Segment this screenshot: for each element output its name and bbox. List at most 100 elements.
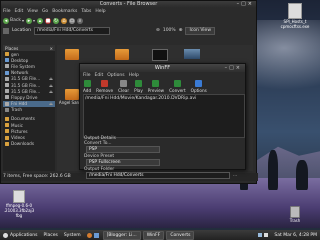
help-icon[interactable] (93, 232, 99, 238)
menu-edit[interactable]: Edit (95, 73, 104, 78)
network-icon[interactable] (258, 233, 263, 237)
bottom-panel: Applications Places System [Blogger: Li.… (0, 230, 320, 240)
browser-icon[interactable] (86, 232, 92, 238)
reload-button[interactable]: ↻ (52, 17, 59, 24)
convert-to-select[interactable]: PSP (86, 146, 160, 153)
eject-icon[interactable]: ⏏ (49, 89, 53, 94)
up-button[interactable]: ▴ (36, 17, 43, 24)
clock[interactable]: Sat Mar 6, 4:28 PM (271, 233, 320, 238)
volume-icon[interactable] (264, 233, 269, 237)
sidebar-item-label: Network (11, 70, 29, 76)
folder-icon (65, 49, 79, 60)
zoom-level: 100% (162, 28, 176, 33)
desktop-icon-label: ffmpeg-0.6-0 .21003.3fb2aj3 fbg (3, 203, 35, 218)
location-input[interactable]: /media/Fni Hdd/Converts (34, 26, 111, 35)
clear-button[interactable]: Clear (118, 80, 129, 93)
sidebar-item-label: Documents (11, 116, 35, 122)
home-button[interactable]: ⌂ (60, 17, 67, 24)
close-icon[interactable]: × (248, 1, 254, 7)
convert-button[interactable]: Convert (169, 80, 186, 93)
file-list[interactable]: /media/Fni Hdd/Movie/Kandagar.2010.DVDRi… (83, 94, 245, 138)
computer-button[interactable]: ▭ (68, 17, 75, 24)
output-folder-input[interactable]: /media/Fni Hdd/Converts (86, 172, 230, 179)
remove-button[interactable]: Remove (96, 80, 113, 93)
options-button[interactable]: Options (191, 80, 207, 93)
video-thumbnail (184, 49, 200, 59)
file-item[interactable] (107, 49, 137, 60)
browse-button[interactable]: ... (233, 173, 237, 178)
menu-options[interactable]: Options (107, 73, 124, 78)
chevron-down-icon[interactable]: ▾ (33, 18, 35, 23)
drive-icon (5, 89, 9, 94)
file-item[interactable] (177, 49, 207, 59)
menu-file[interactable]: File (83, 73, 91, 78)
folder-icon (5, 129, 9, 134)
view-mode-select[interactable]: Icon View (185, 26, 215, 35)
taskbar-item-converts[interactable]: Converts (166, 230, 195, 240)
add-button[interactable]: Add (83, 80, 91, 93)
drive-icon (5, 83, 9, 88)
system-menu[interactable]: System (61, 233, 84, 238)
sidebar-header-label: Places (5, 45, 19, 51)
desktop-icon-spi[interactable]: SPI_Hosts_t cpmocftss.exe (275, 3, 315, 29)
list-item[interactable]: /media/Fni Hdd/Movie/Kandagar.2010.DVDRi… (85, 96, 243, 101)
menu-help[interactable]: Help (95, 9, 105, 14)
menu-help[interactable]: Help (129, 73, 139, 78)
menu-bookmarks[interactable]: Bookmarks (52, 9, 77, 14)
window-titlebar[interactable]: WinFF –□× (80, 64, 245, 72)
sidebar-item-downloads[interactable]: Downloads (3, 141, 55, 147)
search-button[interactable]: ⌕ (76, 17, 83, 24)
edit-location-button[interactable] (3, 27, 9, 34)
home-icon (5, 52, 9, 57)
menu-edit[interactable]: Edit (15, 9, 24, 14)
play-button[interactable]: Play (134, 80, 143, 93)
desktop-icon-ffmpeg[interactable]: ffmpeg-0.6-0 .21003.3fb2aj3 fbg (2, 190, 36, 218)
window-titlebar[interactable]: Converts - File Browser –□× (1, 1, 256, 8)
back-button[interactable]: ◂ Back ▾ (3, 17, 24, 24)
desktop-icon-trash[interactable]: Trash (280, 206, 310, 223)
file-item[interactable] (57, 49, 87, 60)
places-sidebar: Places × gen Desktop File System Network … (3, 45, 55, 171)
search-icon: ⌕ (76, 17, 83, 24)
maximize-icon[interactable]: □ (229, 65, 236, 71)
preview-button[interactable]: Preview (148, 80, 164, 93)
menubar: File Edit Options Help (80, 72, 245, 79)
folder-icon (5, 116, 9, 121)
menu-file[interactable]: File (3, 9, 11, 14)
tool-label: Clear (118, 88, 130, 93)
eject-icon[interactable]: ⏏ (49, 83, 53, 88)
tool-label: Preview (147, 88, 165, 93)
tool-label: Remove (96, 88, 114, 93)
window-controls: –□× (237, 1, 254, 8)
task-label: WinFF (146, 232, 161, 238)
stop-button[interactable]: ■ (44, 17, 51, 24)
taskbar-item-blogger[interactable]: [Blogger: Li... (102, 230, 141, 240)
taskbar-item-winff[interactable]: WinFF (142, 230, 165, 240)
sidebar-item-label: Trash (11, 107, 23, 113)
zoom-in-icon[interactable]: ⊕ (179, 28, 183, 33)
forward-button[interactable]: ▸ ▾ (25, 17, 35, 24)
close-icon[interactable]: × (236, 65, 242, 71)
applications-menu[interactable]: Applications (0, 232, 41, 238)
menu-tabs[interactable]: Tabs (81, 9, 91, 14)
device-preset-select[interactable]: PSP Fullscreen (86, 159, 160, 166)
eject-icon[interactable]: ⏏ (49, 101, 53, 106)
sidebar-item-label: Videos (11, 135, 25, 141)
file-item[interactable] (145, 49, 175, 61)
zoom-out-icon[interactable]: ⊖ (156, 28, 160, 33)
wallpaper-rock (296, 160, 308, 190)
menu-view[interactable]: View (27, 9, 38, 14)
chevron-down-icon[interactable]: ▾ (22, 18, 24, 23)
tool-label: Options (190, 88, 207, 93)
sidebar-item-label: Pictures (11, 128, 28, 134)
sidebar-item-label: File System (11, 63, 35, 69)
eject-icon[interactable]: ⏏ (49, 76, 53, 81)
close-icon[interactable]: × (49, 46, 53, 51)
tool-label: Convert (169, 88, 186, 93)
remove-icon (101, 80, 109, 87)
menu-go[interactable]: Go (42, 9, 48, 14)
sidebar-item-label: Downloads (11, 141, 34, 147)
film-icon (152, 49, 168, 61)
places-menu[interactable]: Places (41, 233, 61, 238)
maximize-icon[interactable]: □ (241, 1, 248, 7)
